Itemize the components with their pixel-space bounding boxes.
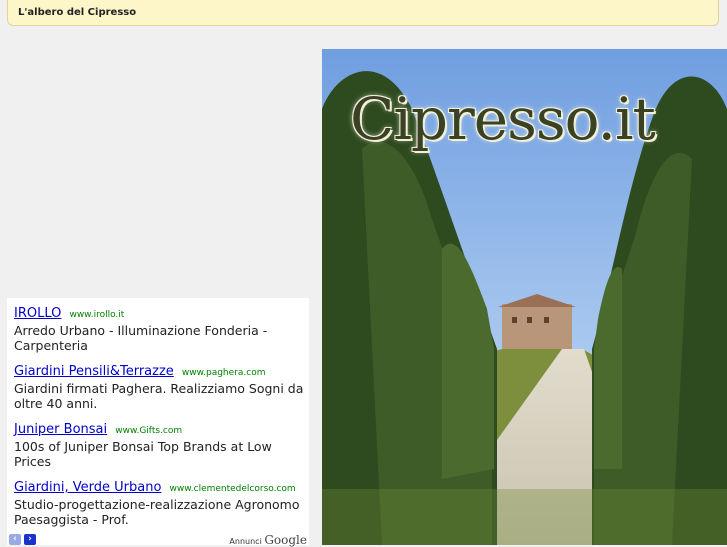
ad-title-link[interactable]: Juniper Bonsai — [14, 422, 107, 437]
ad-item: Juniper Bonsai www.Gifts.com 100s of Jun… — [14, 420, 309, 469]
ad-navigation: ‹ › Annunci Google — [7, 533, 309, 547]
site-logo: Cipresso.it — [350, 85, 656, 153]
ad-title-link[interactable]: Giardini, Verde Urbano — [14, 480, 161, 495]
title-bar: L'albero del Cipresso — [7, 0, 719, 26]
ad-description: 100s of Juniper Bonsai Top Brands at Low… — [14, 439, 272, 469]
ad-description: Giardini firmati Paghera. Realizziamo So… — [14, 381, 304, 411]
ad-url[interactable]: www.Gifts.com — [115, 426, 182, 436]
hero-image: Cipresso.it — [322, 49, 727, 545]
next-ad-button[interactable]: › — [24, 534, 36, 545]
ad-item: Giardini, Verde Urbano www.clementedelco… — [14, 478, 309, 527]
ad-title-link[interactable]: Giardini Pensili&Terrazze — [14, 364, 174, 379]
ad-item: IROLLO www.irollo.it Arredo Urbano - Ill… — [14, 304, 309, 353]
ad-title-link[interactable]: IROLLO — [14, 306, 61, 321]
ad-description: Studio-progettazione-realizzazione Agron… — [14, 497, 300, 527]
ad-item: Giardini Pensili&Terrazze www.paghera.co… — [14, 362, 309, 411]
previous-ad-button[interactable]: ‹ — [9, 534, 21, 545]
ad-url[interactable]: www.irollo.it — [69, 310, 124, 320]
ad-url[interactable]: www.paghera.com — [182, 368, 266, 378]
ad-box: IROLLO www.irollo.it Arredo Urbano - Ill… — [7, 298, 309, 547]
ad-description: Arredo Urbano - Illuminazione Fonderia -… — [14, 323, 268, 353]
ad-url[interactable]: www.clementedelcorso.com — [170, 484, 296, 494]
page-title: L'albero del Cipresso — [18, 7, 137, 18]
